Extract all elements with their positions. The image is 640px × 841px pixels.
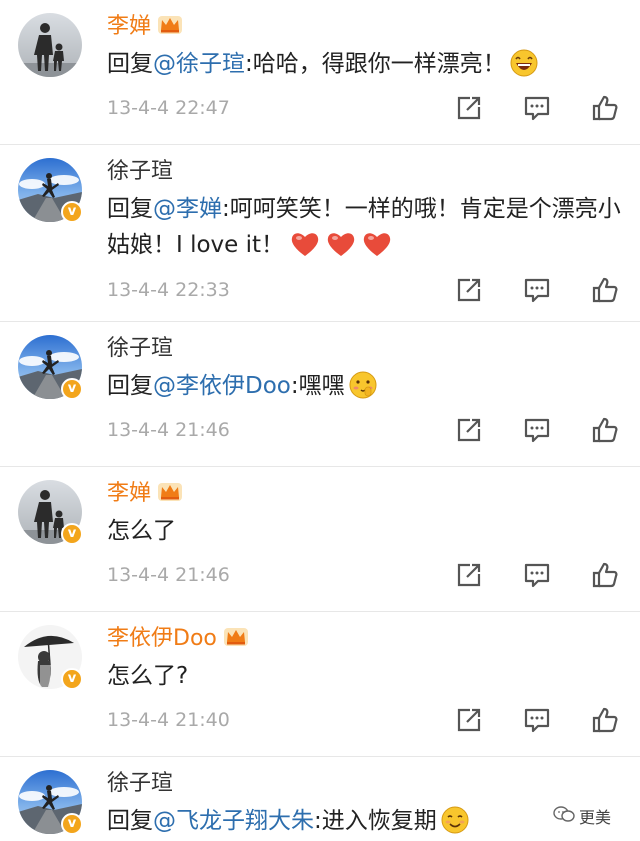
timestamp: 13-4-4 21:46 [107,419,230,441]
comment-body: 怎么了 [107,518,176,544]
comment-item: v 李依伊Doo 怎么了? 13-4-4 21:40 [0,612,640,757]
smile-emoji [441,806,469,834]
username-row: 徐子瑄 [107,151,173,187]
like-icon[interactable] [590,705,620,735]
wechat-logo-icon [553,805,575,827]
comment-meta: 13-4-4 21:46 [107,415,620,445]
comment-body: :进入恢复期 [314,808,437,834]
username[interactable]: 徐子瑄 [107,765,173,797]
timestamp: 13-4-4 22:33 [107,279,230,301]
username-row: 李婵 [107,473,183,509]
mention-link[interactable]: @李依伊Doo [153,373,291,399]
timestamp: 13-4-4 21:46 [107,564,230,586]
vip-crown-icon [223,625,249,647]
comment-text: 回复@徐子瑄:哈哈，得跟你一样漂亮！ [107,46,627,82]
username-row: 徐子瑄 [107,328,173,364]
like-icon[interactable] [590,275,620,305]
username[interactable]: 李婵 [107,8,151,40]
verified-v-badge: v [61,523,83,545]
vip-crown-icon [157,480,183,502]
heart-emoji [326,230,356,258]
comment-item: v 徐子瑄回复@飞龙子翔大朱:进入恢复期 [0,757,640,841]
comment-text: 回复@李依伊Doo:嘿嘿 [107,368,627,404]
like-icon[interactable] [590,415,620,445]
comment-body: :哈哈，得跟你一样漂亮！ [245,51,506,77]
heart-emoji [362,230,392,258]
avatar[interactable] [18,13,82,77]
reply-prefix: 回复 [107,373,153,399]
comment-item: v 徐子瑄回复@李依伊Doo:嘿嘿 13-4-4 21:46 [0,322,640,467]
share-icon[interactable] [454,705,484,735]
comment-meta: 13-4-4 22:47 [107,93,620,123]
comment-body: 怎么了? [107,663,189,689]
comment-icon[interactable] [522,275,552,305]
username[interactable]: 李依伊Doo [107,620,217,652]
comment-text: 怎么了? [107,658,627,694]
share-icon[interactable] [454,93,484,123]
comment-meta: 13-4-4 21:40 [107,705,620,735]
comment-meta: 13-4-4 21:46 [107,560,620,590]
mention-link[interactable]: @飞龙子翔大朱 [153,808,314,834]
mention-link[interactable]: @徐子瑄 [153,51,245,77]
reply-prefix: 回复 [107,196,153,222]
verified-v-badge: v [61,378,83,400]
comment-text: 回复@飞龙子翔大朱:进入恢复期 [107,803,627,839]
share-icon[interactable] [454,275,484,305]
verified-v-badge: v [61,813,83,835]
comment-meta: 13-4-4 22:33 [107,275,620,305]
shy-emoji [349,371,377,399]
timestamp: 13-4-4 22:47 [107,97,230,119]
like-icon[interactable] [590,560,620,590]
comment-icon[interactable] [522,705,552,735]
comment-icon[interactable] [522,415,552,445]
comment-icon[interactable] [522,560,552,590]
username-row: 李依伊Doo [107,618,249,654]
timestamp: 13-4-4 21:40 [107,709,230,731]
heart-emoji [290,230,320,258]
comment-text: 回复@李婵:呵呵笑笑！一样的哦！肯定是个漂亮小姑娘！I love it！ [107,191,627,263]
share-icon[interactable] [454,415,484,445]
laughing-emoji [510,49,538,77]
comment-text: 怎么了 [107,513,627,549]
watermark: 更美 [553,803,611,829]
verified-v-badge: v [61,201,83,223]
username[interactable]: 李婵 [107,475,151,507]
verified-v-badge: v [61,668,83,690]
vip-crown-icon [157,13,183,35]
mention-link[interactable]: @李婵 [153,196,222,222]
comment-body: :嘿嘿 [290,373,345,399]
comment-icon[interactable] [522,93,552,123]
comment-item: v 徐子瑄回复@李婵:呵呵笑笑！一样的哦！肯定是个漂亮小姑娘！I love it！… [0,145,640,322]
comment-item: v 李婵怎么了 13-4-4 21:46 [0,467,640,612]
username[interactable]: 徐子瑄 [107,330,173,362]
share-icon[interactable] [454,560,484,590]
username-row: 徐子瑄 [107,763,173,799]
like-icon[interactable] [590,93,620,123]
username[interactable]: 徐子瑄 [107,153,173,185]
comment-feed: 李婵 回复@徐子瑄:哈哈，得跟你一样漂亮！ 13-4-4 22:47 v 徐子瑄 回复@李… [0,0,640,841]
username-row: 李婵 [107,6,183,42]
reply-prefix: 回复 [107,51,153,77]
reply-prefix: 回复 [107,808,153,834]
watermark-text: 更美 [579,808,612,827]
comment-item: 李婵回复@徐子瑄:哈哈，得跟你一样漂亮！ 13-4-4 22:47 [0,0,640,145]
